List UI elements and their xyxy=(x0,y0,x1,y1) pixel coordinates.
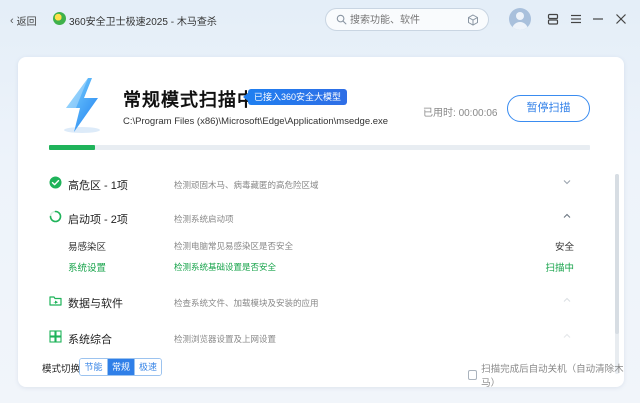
mode-option-fast[interactable]: 极速 xyxy=(134,359,161,375)
mode-switch-label: 模式切换 xyxy=(42,364,81,375)
search-input[interactable] xyxy=(350,13,460,27)
title-bar: ‹ 返回 360安全卫士极速2025 - 木马查杀 xyxy=(0,0,640,40)
elapsed-label: 已用时: xyxy=(423,108,456,119)
menu-icon[interactable] xyxy=(569,12,583,26)
elapsed-value: 00:00:06 xyxy=(458,108,498,119)
check-circle-icon xyxy=(49,176,62,189)
windows-icon xyxy=(49,330,62,343)
spinner-icon xyxy=(49,210,62,223)
sub-item-status: 安全 xyxy=(554,242,574,253)
mode-option-normal[interactable]: 常规 xyxy=(107,359,134,375)
mode-switch: 节能 常规 极速 xyxy=(79,358,162,376)
scan-panel: 常规模式扫描中 已接入360安全大模型 C:\Program Files (x8… xyxy=(18,57,624,387)
mode-option-eco[interactable]: 节能 xyxy=(80,359,107,375)
elapsed-time: 已用时: 00:00:06 xyxy=(423,104,498,119)
category-desc: 检查系统文件、加载模块及安装的应用 xyxy=(174,298,319,308)
sub-item-desc: 检测系统基础设置是否安全 xyxy=(174,262,277,272)
back-label: 返回 xyxy=(16,17,37,28)
category-name: 数据与软件 xyxy=(68,298,123,310)
skin-icon[interactable] xyxy=(546,12,560,26)
current-scan-path: C:\Program Files (x86)\Microsoft\Edge\Ap… xyxy=(123,116,389,127)
app-title: 360安全卫士极速2025 - 木马查杀 xyxy=(69,17,217,28)
category-name: 启动项 - 2项 xyxy=(68,214,128,226)
sub-item-vulnerable-area: 易感染区 检测电脑常见易感染区是否安全 安全 xyxy=(18,237,598,253)
sub-item-status: 扫描中 xyxy=(545,263,574,274)
scan-progress-bar xyxy=(49,145,590,150)
avatar[interactable] xyxy=(509,8,531,30)
back-button[interactable]: ‹ 返回 xyxy=(10,13,37,29)
auto-shutdown-checkbox[interactable] xyxy=(468,370,478,380)
chevron-up-icon[interactable] xyxy=(562,211,572,221)
category-row-high-risk[interactable]: 高危区 - 1项 检测顽固木马、病毒藏匿的高危险区域 xyxy=(18,173,598,193)
cube-icon[interactable] xyxy=(467,14,479,26)
sub-item-system-settings: 系统设置 检测系统基础设置是否安全 扫描中 xyxy=(18,258,598,274)
category-row-system-general[interactable]: 系统综合 检测浏览器设置及上网设置 xyxy=(18,327,598,347)
scrollbar[interactable] xyxy=(615,174,619,374)
auto-shutdown-option[interactable]: 扫描完成后自动关机（自动清除木马） xyxy=(468,361,624,389)
app-logo-icon xyxy=(53,12,66,25)
scan-progress-fill xyxy=(49,145,95,150)
category-name: 系统综合 xyxy=(68,334,112,346)
category-name: 高危区 - 1项 xyxy=(68,180,128,192)
category-desc: 检测顽固木马、病毒藏匿的高危险区域 xyxy=(174,180,319,190)
category-row-startup[interactable]: 启动项 - 2项 检测系统启动项 xyxy=(18,207,598,227)
scan-title: 常规模式扫描中 xyxy=(123,90,256,110)
pause-scan-button[interactable]: 暂停扫描 xyxy=(507,95,590,122)
category-desc: 检测浏览器设置及上网设置 xyxy=(174,334,277,344)
chevron-up-icon[interactable] xyxy=(562,295,572,305)
folder-icon xyxy=(49,296,62,306)
chevron-down-icon[interactable] xyxy=(562,177,572,187)
minimize-icon[interactable] xyxy=(591,12,605,26)
chevron-left-icon: ‹ xyxy=(10,14,14,27)
search-icon xyxy=(336,14,347,25)
sub-item-name: 易感染区 xyxy=(68,242,107,253)
sub-item-name: 系统设置 xyxy=(68,263,107,274)
category-row-data-software[interactable]: 数据与软件 检查系统文件、加载模块及安装的应用 xyxy=(18,291,598,311)
ai-model-badge: 已接入360安全大模型 xyxy=(242,89,348,105)
sub-item-desc: 检测电脑常见易感染区是否安全 xyxy=(174,241,294,251)
chevron-up-icon[interactable] xyxy=(562,331,572,341)
footer-bar: 模式切换 节能 常规 极速 扫描完成后自动关机（自动清除木马） xyxy=(18,357,624,389)
scrollbar-thumb[interactable] xyxy=(615,174,619,334)
close-icon[interactable] xyxy=(614,12,628,26)
lightning-bolt-icon xyxy=(64,78,100,133)
auto-shutdown-label: 扫描完成后自动关机（自动清除木马） xyxy=(481,364,624,389)
search-box[interactable] xyxy=(325,8,489,31)
category-desc: 检测系统启动项 xyxy=(174,214,234,224)
